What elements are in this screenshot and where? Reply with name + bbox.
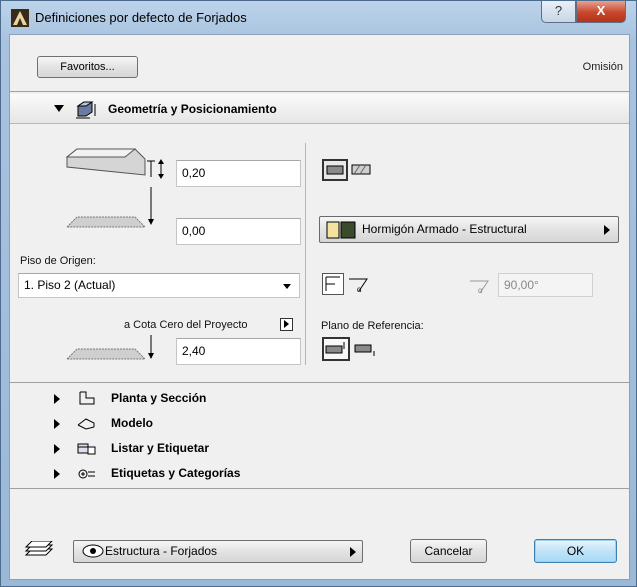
building-material-dropdown[interactable]: Hormigón Armado - Estructural	[319, 216, 619, 243]
slab-edge-angled-icon[interactable]: α	[347, 275, 371, 295]
tags-icon	[78, 469, 95, 479]
edge-angle-field[interactable]: 90,00°	[498, 273, 593, 297]
material-value: Hormigón Armado - Estructural	[362, 222, 527, 236]
hatched-fill-icon	[326, 165, 344, 175]
project-zero-field[interactable]: 2,40	[176, 338, 301, 365]
slab-edge-vertical-icon[interactable]	[322, 273, 344, 295]
project-zero-icon	[65, 335, 154, 360]
cancel-button[interactable]: Cancelar	[410, 539, 487, 563]
panel-title-tags: Etiquetas y Categorías	[111, 466, 241, 480]
panel-header-model[interactable]: Modelo	[10, 412, 629, 436]
home-story-value: 1. Piso 2 (Actual)	[24, 278, 116, 292]
reference-level-toggle-button[interactable]	[280, 318, 293, 331]
expand-arrow-right-icon[interactable]	[54, 469, 60, 479]
panel-title-floor-plan: Planta y Sección	[111, 391, 207, 405]
slab-geometry-icon	[76, 101, 96, 119]
archicad-app-icon	[11, 9, 29, 27]
dialog-window: Definiciones por defecto de Forjados ? X…	[0, 0, 637, 587]
panel-title-listing: Listar y Etiquetar	[111, 441, 210, 455]
slab-offset-field[interactable]: 0,00	[176, 218, 301, 245]
title-bar: Definiciones por defecto de Forjados ? X	[1, 1, 637, 35]
expand-arrow-down-icon[interactable]	[54, 105, 64, 112]
reference-plane-top-icon[interactable]	[322, 337, 350, 361]
expand-arrow-right-icon[interactable]	[54, 419, 60, 429]
divider	[10, 488, 629, 489]
reference-plane-bottom-icon[interactable]	[353, 342, 377, 360]
eye-visible-icon	[82, 544, 104, 558]
home-story-dropdown[interactable]: 1. Piso 2 (Actual)	[18, 273, 300, 298]
close-button[interactable]: X	[576, 1, 626, 23]
default-status-label: Omisión	[582, 61, 623, 73]
dropdown-arrow-icon	[283, 284, 291, 289]
panel-header-geometry[interactable]: Geometría y Posicionamiento	[10, 94, 629, 124]
panel-title-model: Modelo	[111, 416, 153, 430]
listing-icon	[77, 443, 96, 455]
submenu-arrow-icon	[350, 547, 356, 557]
svg-text:α: α	[357, 285, 362, 294]
model-icon	[77, 418, 95, 430]
edge-vertical-shape-icon	[325, 276, 340, 291]
submenu-arrow-icon	[604, 225, 610, 235]
cut-fill-selected-icon[interactable]	[322, 159, 348, 181]
dialog-client-area: Favoritos... Omisión Geometría y Posicio…	[9, 34, 630, 580]
divider	[10, 91, 629, 92]
window-title: Definiciones por defecto de Forjados	[35, 10, 247, 25]
panel-title-geometry: Geometría y Posicionamiento	[108, 102, 277, 116]
divider	[10, 382, 629, 383]
slab-thickness-field[interactable]: 0,20	[176, 160, 301, 187]
layer-value: Estructura - Forjados	[105, 544, 218, 558]
floor-plan-icon	[79, 391, 95, 405]
project-zero-label: a Cota Cero del Proyecto	[124, 319, 248, 331]
panel-header-tags[interactable]: Etiquetas y Categorías	[10, 462, 629, 486]
favorites-button[interactable]: Favoritos...	[37, 56, 138, 78]
layers-icon	[24, 541, 54, 556]
play-arrow-icon	[284, 320, 289, 328]
vertical-divider	[305, 143, 306, 365]
panel-header-floor-plan[interactable]: Planta y Sección	[10, 387, 629, 411]
reference-plane-top-shape-icon	[325, 342, 345, 354]
svg-text:α: α	[478, 286, 483, 295]
expand-arrow-right-icon[interactable]	[54, 394, 60, 404]
slab-thickness-icon	[65, 148, 164, 179]
angle-icon: α	[470, 280, 489, 295]
reference-plane-label: Plano de Referencia:	[321, 320, 424, 332]
material-swatch-icon	[326, 221, 356, 239]
ok-button[interactable]: OK	[534, 539, 617, 563]
help-button[interactable]: ?	[541, 1, 576, 23]
panel-header-listing[interactable]: Listar y Etiquetar	[10, 437, 629, 461]
expand-arrow-right-icon[interactable]	[54, 444, 60, 454]
layer-dropdown[interactable]: Estructura - Forjados	[73, 540, 363, 563]
home-story-label: Piso de Origen:	[20, 255, 96, 267]
slab-offset-icon	[65, 187, 154, 228]
cut-fill-alternate-icon[interactable]	[350, 162, 374, 178]
